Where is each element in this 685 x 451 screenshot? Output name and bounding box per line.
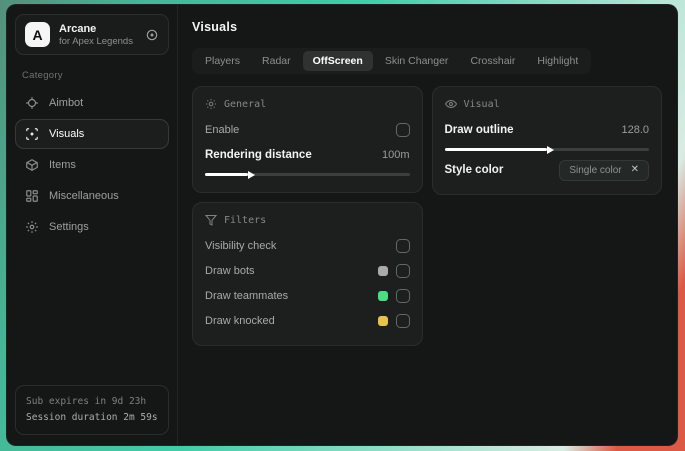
app-title: Arcane <box>59 23 97 35</box>
target-icon[interactable] <box>145 28 159 42</box>
general-panel-title: General <box>224 98 267 110</box>
slider-fill <box>444 145 554 154</box>
style-color-row: Style color Single color ✕ <box>444 159 649 181</box>
rendering-distance-value: 100m <box>381 149 410 161</box>
sidebar-item-visuals[interactable]: Visuals <box>15 119 169 150</box>
clear-icon[interactable]: ✕ <box>631 165 639 175</box>
draw-teammates-row: Draw teammates <box>205 285 410 307</box>
sidebar-item-settings[interactable]: Settings <box>15 212 169 242</box>
grid-icon <box>25 189 39 203</box>
enable-label: Enable <box>205 124 240 136</box>
session-duration-text: Session duration 2m 59s <box>26 411 158 423</box>
style-color-select[interactable]: Single color ✕ <box>559 159 649 181</box>
draw-outline-slider[interactable] <box>444 145 649 154</box>
crosshair-icon <box>25 96 39 110</box>
visuals-tabbar: Players Radar OffScreen Skin Changer Cro… <box>192 48 592 74</box>
filters-panel-header: Filters <box>205 214 410 226</box>
funnel-icon <box>205 214 217 226</box>
sun-icon <box>205 98 217 110</box>
slider-thumb[interactable] <box>546 145 554 154</box>
draw-knocked-checkbox[interactable] <box>395 314 410 328</box>
draw-teammates-color-swatch[interactable] <box>377 291 388 301</box>
scan-eye-icon <box>25 127 39 141</box>
visual-panel: Visual Draw outline 128.0 Style color Si… <box>431 86 662 195</box>
visibility-check-checkbox[interactable] <box>395 239 410 253</box>
rendering-distance-label: Rendering distance <box>205 149 312 161</box>
sub-expires-text: Sub expires in 9d 23h <box>26 395 147 407</box>
style-color-label: Style color <box>444 164 504 176</box>
general-panel-header: General <box>205 98 410 110</box>
right-column: Visual Draw outline 128.0 Style color Si… <box>431 86 662 195</box>
draw-bots-row: Draw bots <box>205 260 410 282</box>
style-color-value: Single color <box>569 164 622 176</box>
tab-highlight[interactable]: Highlight <box>527 51 588 71</box>
enable-row: Enable <box>205 119 410 141</box>
filters-panel-title: Filters <box>224 214 267 226</box>
draw-outline-value: 128.0 <box>621 124 649 136</box>
draw-outline-label: Draw outline <box>444 124 514 136</box>
draw-bots-checkbox[interactable] <box>395 264 410 278</box>
draw-knocked-color-swatch[interactable] <box>377 316 388 326</box>
sidebar: A Arcane for Apex Legends Category Aimbo… <box>7 5 178 445</box>
page-title: Visuals <box>192 20 238 34</box>
package-icon <box>25 158 39 172</box>
draw-knocked-row: Draw knocked <box>205 310 410 332</box>
subscription-info: Sub expires in 9d 23h Session duration 2… <box>15 384 169 435</box>
gear-icon <box>25 220 39 234</box>
app-logo: A <box>25 22 50 48</box>
brand-text: Arcane for Apex Legends <box>59 22 133 47</box>
brand-card: A Arcane for Apex Legends <box>15 14 169 56</box>
filters-panel: Filters Visibility check Draw bots Draw … <box>192 202 423 346</box>
category-label: Category <box>22 70 63 82</box>
sidebar-item-label: Aimbot <box>49 97 84 110</box>
draw-teammates-label: Draw teammates <box>205 290 289 302</box>
sidebar-nav: Aimbot Visuals Items Miscellaneous Setti… <box>15 88 169 242</box>
tab-offscreen[interactable]: OffScreen <box>302 51 373 71</box>
tab-skin-changer[interactable]: Skin Changer <box>375 51 459 71</box>
visibility-check-label: Visibility check <box>205 240 277 252</box>
sidebar-item-label: Items <box>49 159 76 172</box>
draw-knocked-label: Draw knocked <box>205 315 275 327</box>
visual-panel-header: Visual <box>444 98 650 110</box>
visual-panel-title: Visual <box>463 98 500 110</box>
panel-grid: General Enable Rendering distance 100m F… <box>192 86 662 346</box>
slider-thumb[interactable] <box>247 170 255 179</box>
sidebar-item-label: Settings <box>49 221 89 234</box>
visibility-check-row: Visibility check <box>205 235 410 257</box>
left-column: General Enable Rendering distance 100m F… <box>192 86 423 346</box>
slider-fill <box>205 170 255 179</box>
sidebar-item-label: Visuals <box>49 128 85 141</box>
tab-radar[interactable]: Radar <box>252 51 301 71</box>
tab-crosshair[interactable]: Crosshair <box>460 51 525 71</box>
main-content: Visuals Players Radar OffScreen Skin Cha… <box>178 5 677 445</box>
app-subtitle: for Apex Legends <box>59 36 133 48</box>
sidebar-item-items[interactable]: Items <box>15 150 169 180</box>
app-window: A Arcane for Apex Legends Category Aimbo… <box>6 4 678 446</box>
eye-icon <box>444 98 457 110</box>
rendering-distance-slider[interactable] <box>205 170 410 179</box>
sidebar-item-label: Miscellaneous <box>49 190 119 203</box>
draw-outline-row: Draw outline 128.0 <box>445 119 650 141</box>
sidebar-item-miscellaneous[interactable]: Miscellaneous <box>15 181 169 211</box>
draw-teammates-checkbox[interactable] <box>395 289 410 303</box>
draw-bots-color-swatch[interactable] <box>377 266 388 276</box>
rendering-distance-row: Rendering distance 100m <box>205 144 410 166</box>
tab-players[interactable]: Players <box>195 51 250 71</box>
general-panel: General Enable Rendering distance 100m <box>192 86 423 193</box>
sidebar-item-aimbot[interactable]: Aimbot <box>15 88 169 118</box>
draw-bots-label: Draw bots <box>205 265 255 277</box>
enable-checkbox[interactable] <box>395 123 410 137</box>
